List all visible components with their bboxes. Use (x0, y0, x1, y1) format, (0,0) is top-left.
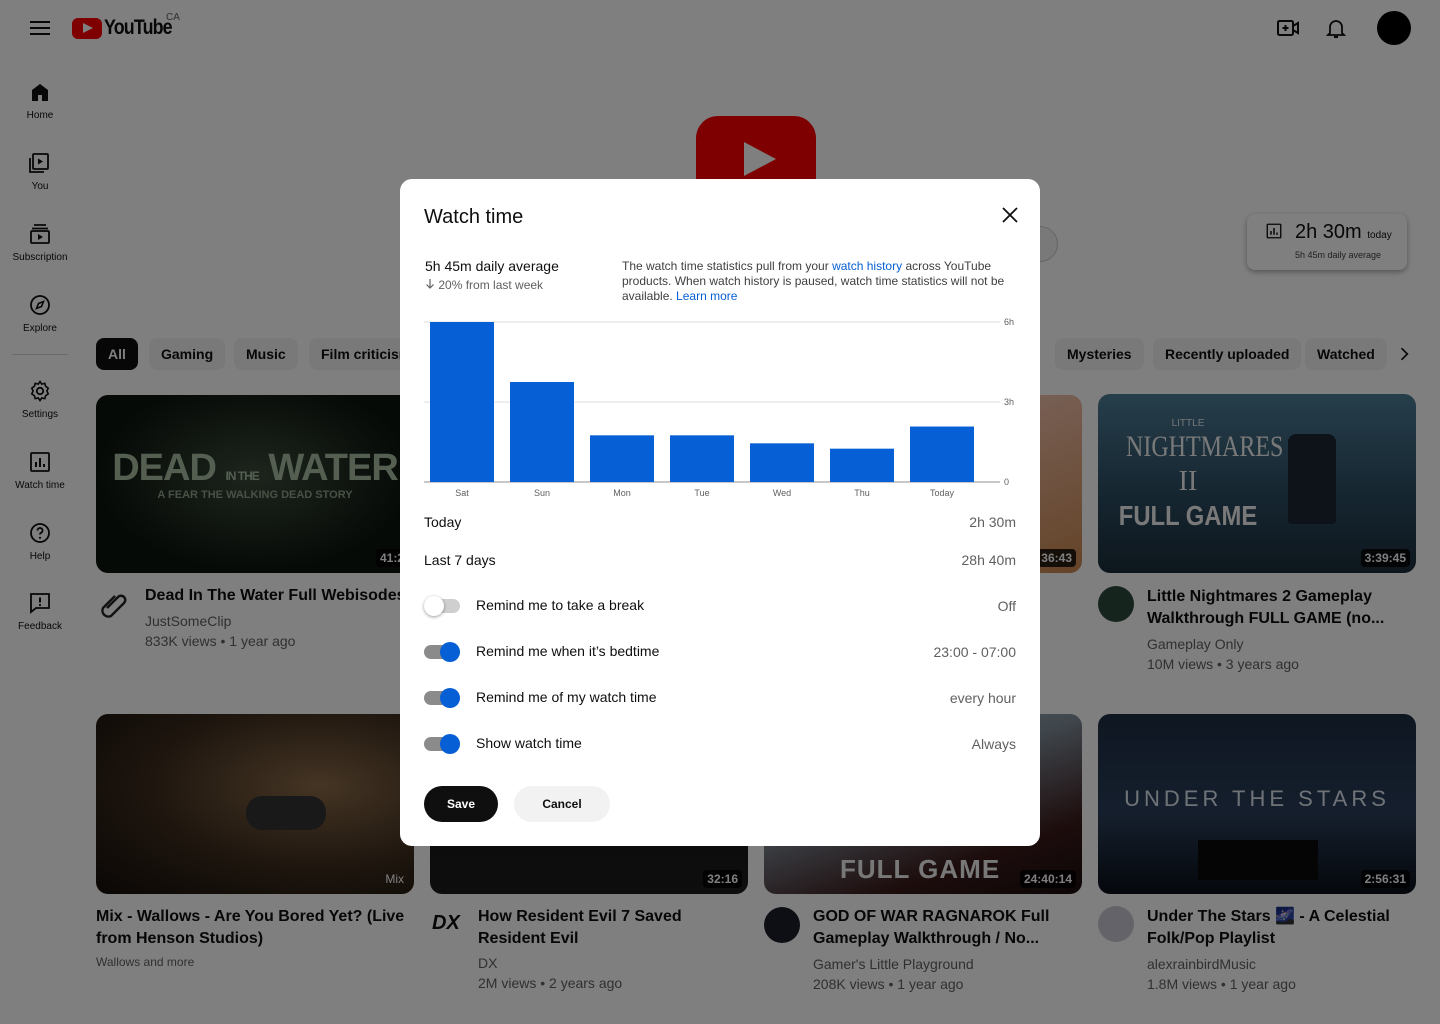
setting-label: Show watch time (476, 735, 582, 751)
setting-bedtime-reminder: Remind me when it’s bedtime 23:00 - 07:0… (424, 638, 1016, 666)
chart-bar (510, 382, 574, 482)
weekly-trend: 20% from last week (425, 278, 543, 292)
chart-bar (750, 443, 814, 482)
setting-value: Always (971, 736, 1016, 752)
setting-label: Remind me of my watch time (476, 689, 657, 705)
chart-bar (670, 435, 734, 482)
chart-x-tick-label: Wed (773, 488, 791, 498)
chart-bar (830, 448, 894, 482)
watch-time-dialog: Watch time 5h 45m daily average 20% from… (400, 179, 1040, 846)
stat-today: Today 2h 30m (424, 514, 1016, 530)
chart-y-tick-label: 6h (1004, 317, 1014, 327)
stat-last-7-days: Last 7 days 28h 40m (424, 552, 1016, 568)
setting-value: 23:00 - 07:00 (933, 644, 1016, 660)
watch-time-chart: 0 3h 6h Sat Sun Mon Tue Wed Thu Today (424, 317, 1014, 498)
stat-label: Last 7 days (424, 552, 496, 568)
setting-show-watch-time: Show watch time Always (424, 730, 1016, 758)
stat-value: 2h 30m (969, 514, 1016, 530)
cancel-button[interactable]: Cancel (514, 786, 610, 822)
save-button[interactable]: Save (424, 786, 498, 822)
setting-label: Remind me when it’s bedtime (476, 643, 660, 659)
stat-label: Today (424, 514, 462, 530)
chart-x-tick-label: Thu (854, 488, 870, 498)
setting-value: every hour (949, 690, 1016, 706)
show-watch-time-toggle[interactable] (424, 734, 460, 754)
setting-label: Remind me to take a break (476, 597, 645, 613)
close-icon[interactable] (998, 203, 1022, 227)
daily-average: 5h 45m daily average (425, 258, 559, 274)
chart-x-tick-label: Mon (613, 488, 631, 498)
chart-x-tick-label: Tue (694, 488, 709, 498)
arrow-down-icon (426, 279, 434, 289)
chart-x-tick-label: Sat (455, 488, 469, 498)
chart-bar (590, 435, 654, 482)
dialog-title: Watch time (424, 206, 524, 228)
chart-x-tick-label: Today (930, 488, 955, 498)
chart-bar (910, 426, 974, 482)
watch-time-reminder-toggle[interactable] (424, 688, 460, 708)
chart-y-tick-label: 3h (1004, 397, 1014, 407)
info-text: The watch time statistics pull from your… (622, 259, 1005, 303)
watch-history-link[interactable]: watch history (832, 259, 902, 273)
chart-bar (430, 322, 494, 482)
break-reminder-toggle[interactable] (424, 596, 460, 616)
bedtime-reminder-toggle[interactable] (424, 642, 460, 662)
setting-break-reminder: Remind me to take a break Off (424, 592, 1016, 620)
learn-more-link[interactable]: Learn more (676, 289, 737, 303)
setting-value: Off (997, 598, 1016, 614)
setting-watch-time-reminder: Remind me of my watch time every hour (424, 684, 1016, 712)
stat-value: 28h 40m (961, 552, 1016, 568)
chart-y-tick-label: 0 (1004, 477, 1009, 487)
chart-x-tick-label: Sun (534, 488, 550, 498)
